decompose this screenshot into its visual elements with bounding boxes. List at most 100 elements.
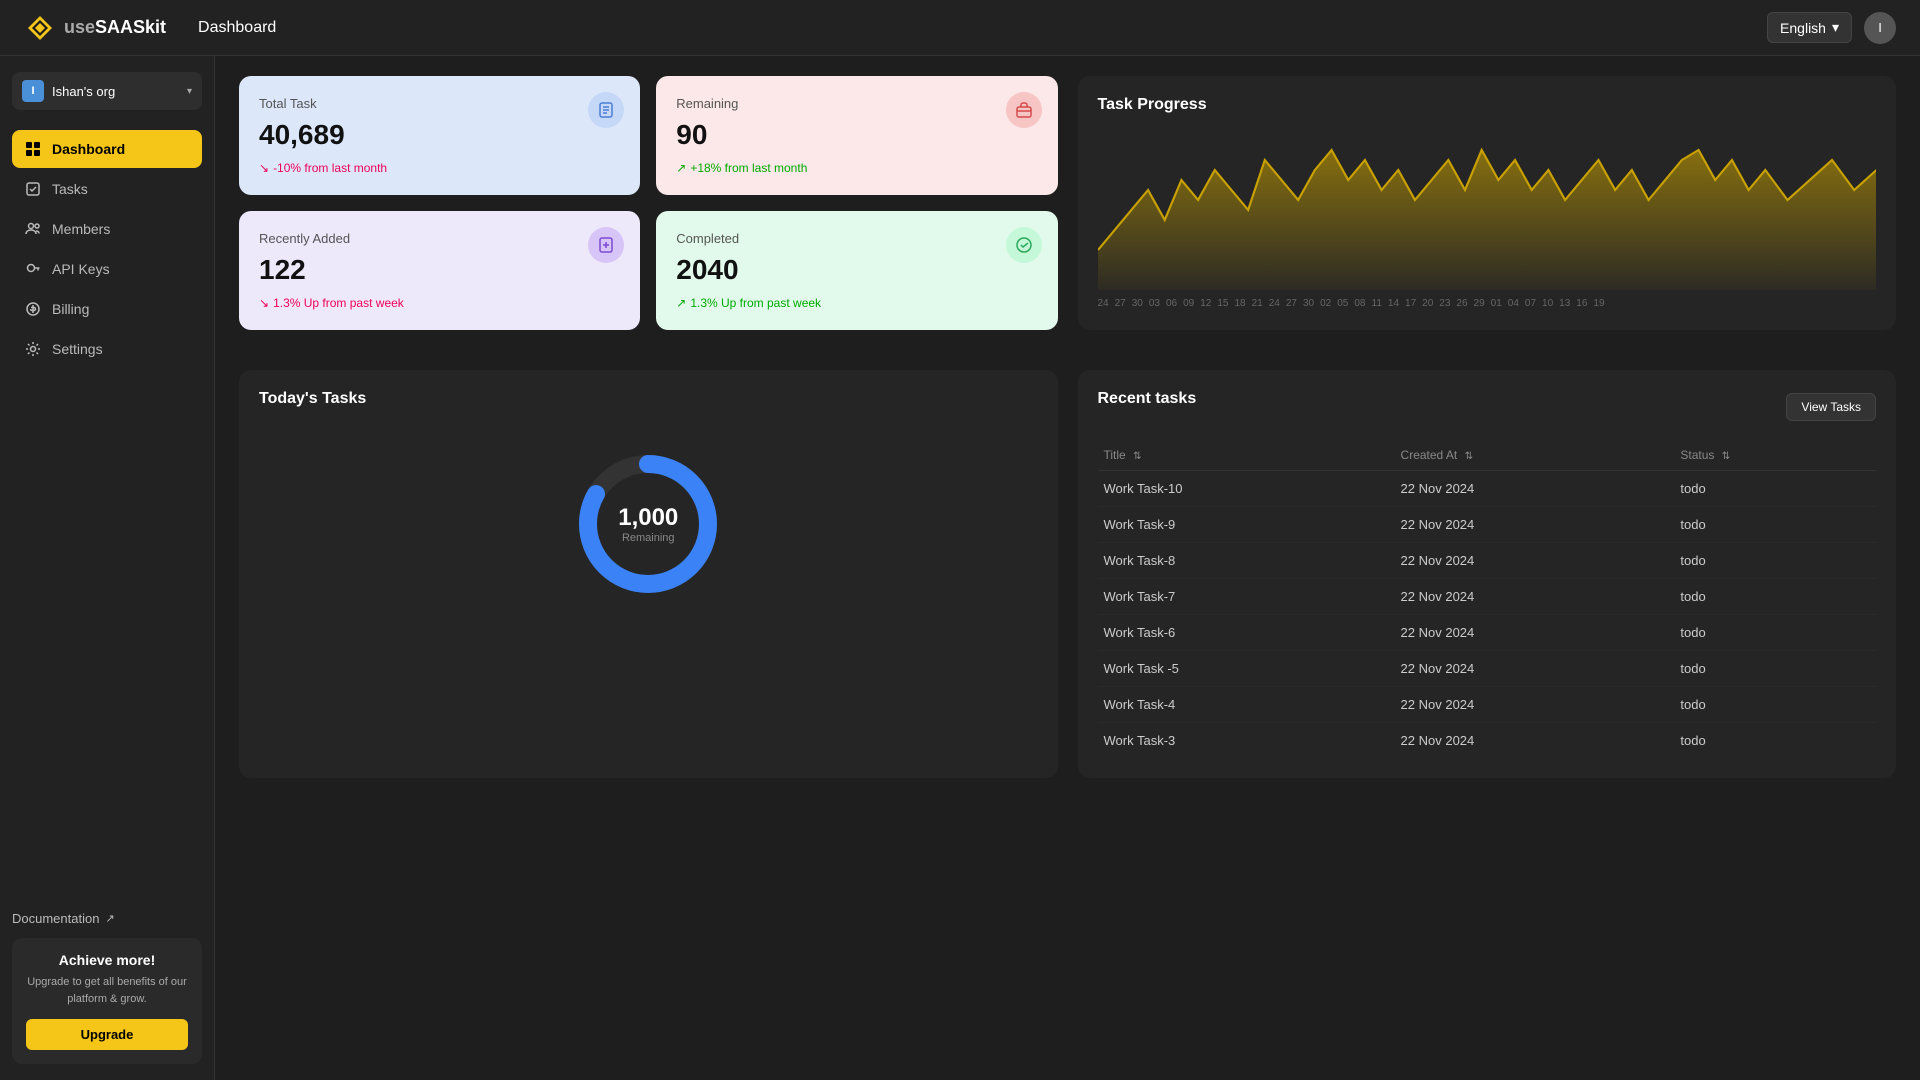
stat-change-recently-added: ↘ 1.3% Up from past week — [259, 296, 620, 310]
cell-status: todo — [1674, 723, 1876, 759]
upgrade-button[interactable]: Upgrade — [26, 1019, 188, 1050]
logo[interactable]: useSAASkit — [24, 12, 166, 44]
chart-x-labels: 2427300306091215182124273002050811141720… — [1098, 298, 1877, 309]
stats-grid: Total Task 40,689 ↘ -10% from last month — [239, 76, 1058, 330]
sidebar-item-tasks[interactable]: Tasks — [12, 170, 202, 208]
page-title: Dashboard — [198, 19, 276, 37]
cell-title: Work Task-4 — [1098, 687, 1395, 723]
user-avatar[interactable]: I — [1864, 12, 1896, 44]
sidebar: I Ishan's org ▾ Dashboard — [0, 56, 215, 1080]
sidebar-item-api-keys[interactable]: API Keys — [12, 250, 202, 288]
dollar-icon — [24, 300, 42, 318]
table-row: Work Task-6 22 Nov 2024 todo — [1098, 615, 1877, 651]
progress-chart-svg — [1098, 130, 1877, 290]
nav-left: useSAASkit Dashboard — [24, 12, 276, 44]
check-icon — [24, 180, 42, 198]
org-icon: I — [22, 80, 44, 102]
language-selector[interactable]: English ▾ — [1767, 12, 1852, 43]
top-nav: useSAASkit Dashboard English ▾ I — [0, 0, 1920, 56]
stat-card-remaining: Remaining 90 ↗ +18% from last month — [656, 76, 1057, 195]
stat-change-total-task: ↘ -10% from last month — [259, 161, 620, 175]
cell-status: todo — [1674, 651, 1876, 687]
cell-status: todo — [1674, 543, 1876, 579]
sidebar-label-billing: Billing — [52, 301, 89, 317]
documentation-link[interactable]: Documentation ↗ — [12, 911, 202, 926]
sidebar-label-dashboard: Dashboard — [52, 141, 125, 157]
upgrade-description: Upgrade to get all benefits of our platf… — [26, 974, 188, 1007]
cell-status: todo — [1674, 507, 1876, 543]
stat-value-recently-added: 122 — [259, 254, 620, 286]
table-row: Work Task-4 22 Nov 2024 todo — [1098, 687, 1877, 723]
arrow-up-icon: ↗ — [676, 296, 686, 310]
sort-icon-title[interactable]: ⇅ — [1133, 451, 1141, 462]
chevron-down-icon: ▾ — [187, 86, 192, 97]
stat-value-total-task: 40,689 — [259, 119, 620, 151]
sort-icon-created[interactable]: ⇅ — [1465, 451, 1473, 462]
stat-card-recently-added: Recently Added 122 ↘ 1.3% Up from past w… — [239, 211, 640, 330]
col-status: Status ⇅ — [1674, 440, 1876, 471]
col-created-at: Created At ⇅ — [1395, 440, 1675, 471]
org-name: Ishan's org — [52, 84, 179, 99]
sidebar-label-settings: Settings — [52, 341, 103, 357]
donut-sub: Remaining — [618, 532, 678, 544]
table-row: Work Task -5 22 Nov 2024 todo — [1098, 651, 1877, 687]
cell-created-at: 22 Nov 2024 — [1395, 471, 1675, 507]
stat-change-remaining: ↗ +18% from last month — [676, 161, 1037, 175]
cell-status: todo — [1674, 615, 1876, 651]
recent-tasks-header: Recent tasks View Tasks — [1098, 390, 1877, 424]
sidebar-item-billing[interactable]: Billing — [12, 290, 202, 328]
recent-tasks-title: Recent tasks — [1098, 390, 1197, 408]
stat-change-completed: ↗ 1.3% Up from past week — [676, 296, 1037, 310]
cell-title: Work Task-6 — [1098, 615, 1395, 651]
arrow-up-icon: ↗ — [676, 161, 686, 175]
sidebar-label-tasks: Tasks — [52, 181, 88, 197]
col-title: Title ⇅ — [1098, 440, 1395, 471]
stat-label-completed: Completed — [676, 231, 1037, 246]
cell-created-at: 22 Nov 2024 — [1395, 543, 1675, 579]
org-selector[interactable]: I Ishan's org ▾ — [12, 72, 202, 110]
main-content: Total Task 40,689 ↘ -10% from last month — [215, 56, 1920, 1080]
language-label: English — [1780, 20, 1826, 36]
donut-center: 1,000 Remaining — [618, 504, 678, 544]
documentation-label: Documentation — [12, 911, 99, 926]
cell-status: todo — [1674, 579, 1876, 615]
chart-area — [1098, 130, 1877, 290]
sidebar-item-settings[interactable]: Settings — [12, 330, 202, 368]
logo-use: use — [64, 17, 95, 37]
cell-status: todo — [1674, 687, 1876, 723]
stat-card-completed: Completed 2040 ↗ 1.3% Up from past week — [656, 211, 1057, 330]
cell-created-at: 22 Nov 2024 — [1395, 723, 1675, 759]
table-row: Work Task-3 22 Nov 2024 todo — [1098, 723, 1877, 759]
cell-created-at: 22 Nov 2024 — [1395, 687, 1675, 723]
cell-status: todo — [1674, 471, 1876, 507]
nav-right: English ▾ I — [1767, 12, 1896, 44]
cell-title: Work Task-7 — [1098, 579, 1395, 615]
stat-value-completed: 2040 — [676, 254, 1037, 286]
chevron-down-icon: ▾ — [1832, 19, 1839, 36]
task-icon — [588, 92, 624, 128]
logo-saas: SAASkit — [95, 17, 166, 37]
cell-title: Work Task-3 — [1098, 723, 1395, 759]
todays-tasks-title: Today's Tasks — [259, 390, 1038, 408]
donut-chart: 1,000 Remaining — [568, 444, 728, 604]
sidebar-item-members[interactable]: Members — [12, 210, 202, 248]
table-row: Work Task-8 22 Nov 2024 todo — [1098, 543, 1877, 579]
grid-icon — [24, 140, 42, 158]
stat-value-remaining: 90 — [676, 119, 1037, 151]
view-tasks-button[interactable]: View Tasks — [1786, 393, 1876, 421]
cell-title: Work Task-8 — [1098, 543, 1395, 579]
donut-value: 1,000 — [618, 504, 678, 532]
chart-title: Task Progress — [1098, 96, 1877, 114]
stat-label-total-task: Total Task — [259, 96, 620, 111]
tasks-table: Title ⇅ Created At ⇅ Status ⇅ — [1098, 440, 1877, 758]
stat-label-recently-added: Recently Added — [259, 231, 620, 246]
donut-wrapper: 1,000 Remaining — [259, 424, 1038, 624]
sort-icon-status[interactable]: ⇅ — [1722, 451, 1730, 462]
table-row: Work Task-7 22 Nov 2024 todo — [1098, 579, 1877, 615]
cell-title: Work Task -5 — [1098, 651, 1395, 687]
gear-icon — [24, 340, 42, 358]
sidebar-item-dashboard[interactable]: Dashboard — [12, 130, 202, 168]
stat-label-remaining: Remaining — [676, 96, 1037, 111]
recent-tasks-section: Recent tasks View Tasks Title ⇅ Created … — [1078, 370, 1897, 778]
sidebar-nav: Dashboard Tasks — [12, 130, 202, 370]
